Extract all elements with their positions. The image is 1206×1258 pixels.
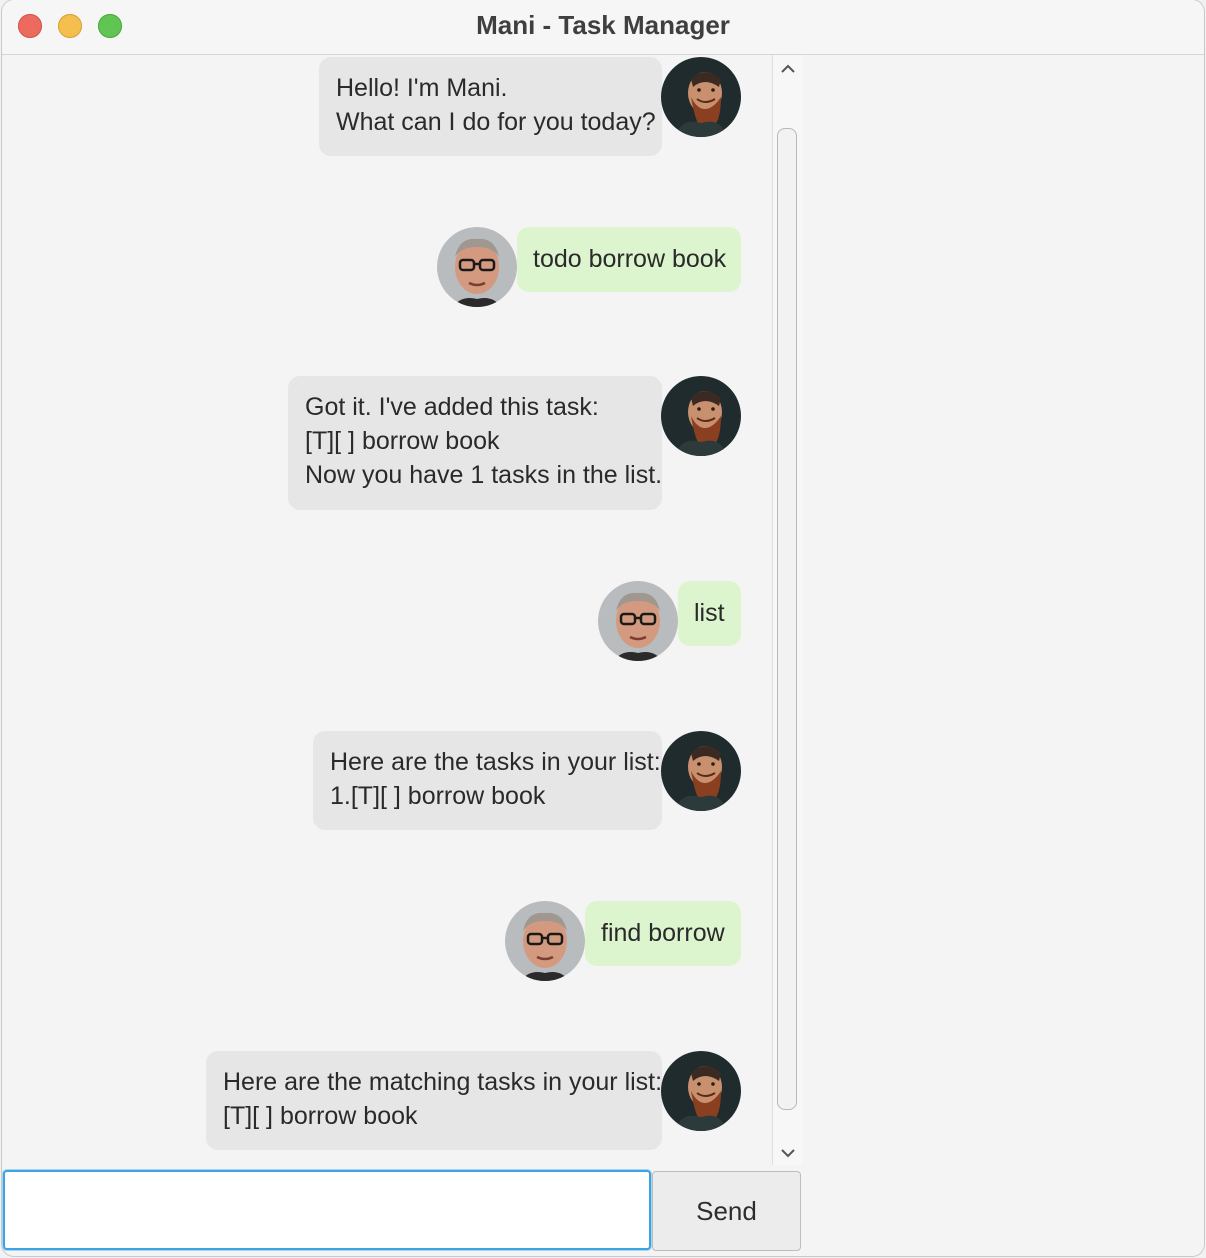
- chat-scroll-pane[interactable]: Hello! I'm Mani. What can I do for you t…: [2, 55, 803, 1165]
- man-with-glasses-avatar-icon: [598, 581, 678, 661]
- send-button[interactable]: Send: [652, 1171, 801, 1251]
- bearded-man-avatar-icon: [661, 376, 741, 456]
- bearded-man-avatar-icon: [661, 57, 741, 137]
- bot-message-bubble: Hello! I'm Mani. What can I do for you t…: [319, 57, 662, 156]
- app-window: Mani - Task Manager Hello! I'm Mani. Wha…: [2, 0, 1204, 1256]
- window-title: Mani - Task Manager: [476, 10, 730, 40]
- bot-message-bubble: Here are the tasks in your list: 1.[T][ …: [313, 731, 662, 830]
- chevron-up-icon[interactable]: [778, 59, 798, 79]
- user-message-bubble: todo borrow book: [517, 227, 741, 292]
- bearded-man-avatar-icon: [661, 731, 741, 811]
- man-with-glasses-avatar-icon: [437, 227, 517, 307]
- user-message-bubble: find borrow: [585, 901, 741, 966]
- chevron-down-icon[interactable]: [778, 1143, 798, 1163]
- input-row: Send: [2, 1168, 802, 1256]
- message-input[interactable]: [5, 1172, 649, 1248]
- empty-panel: [803, 55, 1204, 1256]
- user-message-bubble: list: [678, 581, 741, 646]
- title-bar: Mani - Task Manager: [2, 0, 1204, 55]
- bot-message-bubble: Here are the matching tasks in your list…: [206, 1051, 662, 1150]
- vertical-scrollbar[interactable]: [772, 55, 803, 1165]
- man-with-glasses-avatar-icon: [505, 901, 585, 981]
- bot-message-bubble: Got it. I've added this task: [T][ ] bor…: [288, 376, 662, 510]
- bearded-man-avatar-icon: [661, 1051, 741, 1131]
- scrollbar-thumb[interactable]: [777, 128, 797, 1110]
- message-input-wrapper: [3, 1170, 651, 1250]
